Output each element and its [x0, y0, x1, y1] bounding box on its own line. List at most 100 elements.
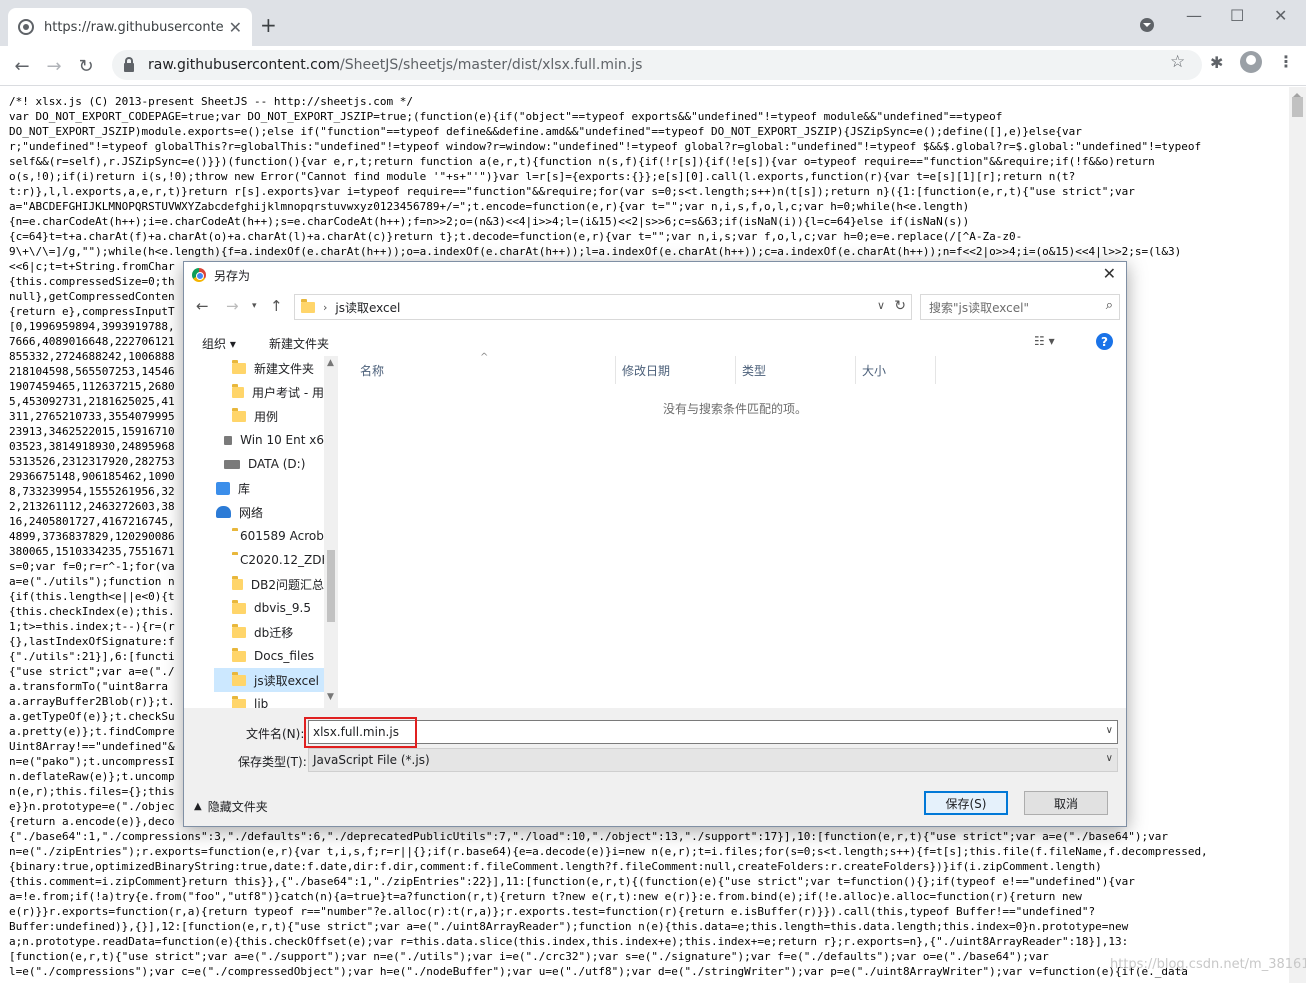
column-modified[interactable]: 修改日期 [616, 356, 736, 384]
close-window-button[interactable]: ✕ [1274, 6, 1287, 25]
navigation-pane: 新建文件夹 用户考试 - 用用例 Win 10 Ent x6 DATA (D:) 库网络… [184, 356, 338, 708]
code-line: a=!e.from;if(!a)try{e.from("foo","utf8")… [9, 890, 1082, 903]
code-line: 9\+\/\=]/g,"");while(h<e.length){f=a.ind… [9, 245, 1182, 258]
bookmark-star-icon[interactable]: ☆ [1170, 52, 1185, 72]
dialog-footer: 文件名(N): xlsx.full.min.js ∨ 保存类型(T): Java… [184, 708, 1126, 826]
nav-item[interactable]: lib [184, 692, 324, 708]
scroll-up-icon[interactable] [1293, 89, 1301, 97]
globe-icon [18, 19, 34, 35]
file-list: ^ 名称 修改日期 类型 大小 没有与搜索条件匹配的项。 [344, 352, 1126, 708]
hide-folders-toggle[interactable]: ▲ 隐藏文件夹 [194, 798, 268, 815]
chevron-down-icon[interactable]: ∨ [1106, 753, 1113, 764]
nav-item[interactable]: 601589 Acroba [184, 524, 331, 548]
recent-locations-icon[interactable]: ▾ [252, 301, 257, 311]
nav-item-label: Docs_files [254, 649, 314, 663]
nav-item[interactable]: DB2问题汇总 [184, 572, 324, 596]
nav-item[interactable]: 用例 [184, 404, 324, 428]
filetype-value: JavaScript File (*.js) [313, 753, 430, 767]
tab-close-icon[interactable]: ✕ [229, 18, 242, 37]
empty-message: 没有与搜索条件匹配的项。 [662, 402, 807, 416]
browser-menu-icon[interactable]: ⋮ [1278, 52, 1294, 71]
new-folder-button[interactable]: 新建文件夹 [269, 335, 329, 352]
reload-button[interactable]: ↻ [72, 52, 100, 80]
code-line: DO_NOT_EXPORT_JSZIP)module.exports=e();e… [9, 125, 1082, 138]
code-line: o(s,!0);if(i)return i(s,!0);throw new Er… [9, 170, 1076, 183]
search-icon: ⌕ [1105, 298, 1113, 313]
dialog-titlebar: 另存为 ✕ [184, 262, 1126, 288]
search-placeholder: 搜索"js读取excel" [929, 300, 1030, 315]
new-tab-button[interactable]: + [260, 13, 277, 37]
scroll-down-icon[interactable]: ▼ [327, 692, 334, 702]
code-line: Buffer:undefined)},{}],12:[function(e,r,… [9, 920, 1129, 933]
folder-icon [232, 383, 245, 398]
nav-item[interactable]: 新建文件夹 [184, 356, 324, 380]
code-line: var DO_NOT_EXPORT_CODEPAGE=true;var DO_N… [9, 110, 1003, 123]
column-size[interactable]: 大小 [856, 356, 936, 384]
url-text: raw.githubusercontent.com/SheetJS/sheetj… [148, 57, 642, 73]
nav-item[interactable]: C2020.12_ZDHJ [184, 548, 334, 572]
cancel-button[interactable]: 取消 [1024, 791, 1108, 815]
nav-scrollbar[interactable]: ▲ ▼ [324, 356, 338, 708]
chevron-down-icon[interactable]: ∨ [1106, 725, 1113, 736]
code-line: a="ABCDEFGHIJKLMNOPQRSTUVWXYZabcdefghijk… [9, 200, 970, 213]
url-host: raw.githubusercontent.com [148, 57, 341, 73]
drive-icon [224, 435, 233, 445]
folder-icon [232, 671, 246, 686]
back-button[interactable]: ← [8, 52, 36, 80]
nav-item[interactable]: db迁移 [184, 620, 324, 644]
dialog-close-button[interactable]: ✕ [1103, 264, 1116, 283]
breadcrumb-current[interactable]: js读取excel [335, 299, 400, 316]
dialog-forward-button[interactable]: → [226, 297, 239, 315]
extensions-icon[interactable]: ✱ [1210, 53, 1223, 72]
chevron-down-icon[interactable]: ∨ [877, 299, 885, 312]
nav-item[interactable]: 用户考试 - 用 [184, 380, 324, 404]
minimize-button[interactable]: — [1186, 6, 1202, 25]
nav-item[interactable]: Docs_files [184, 644, 324, 668]
filetype-select[interactable]: JavaScript File (*.js) ∨ [308, 748, 1118, 772]
column-name[interactable]: 名称 [344, 356, 616, 384]
hide-folders-label: 隐藏文件夹 [207, 800, 268, 814]
nav-scroll-thumb[interactable] [327, 550, 335, 622]
nav-item[interactable]: dbvis_9.5 [184, 596, 324, 620]
chevron-up-icon: ▲ [194, 801, 202, 812]
nav-item[interactable]: 库 [184, 476, 324, 500]
page-scrollbar[interactable] [1289, 87, 1306, 983]
column-type[interactable]: 类型 [736, 356, 856, 384]
nav-item[interactable]: js读取excel [214, 668, 324, 692]
dialog-breadcrumb[interactable]: › js读取excel ∨ ↻ [294, 294, 912, 320]
url-path: /SheetJS/sheetjs/master/dist/xlsx.full.m… [340, 57, 643, 73]
forward-button[interactable]: → [40, 52, 68, 80]
tab-title: https://raw.githubusercontent [44, 19, 223, 35]
nav-item[interactable]: DATA (D:) [184, 452, 324, 476]
view-options-icon[interactable]: ☷ ▾ [1034, 334, 1055, 348]
folder-icon [232, 575, 243, 590]
code-line: {binary:true,optimizedBinaryString:true,… [9, 860, 1102, 873]
up-folder-button[interactable]: ↑ [270, 297, 283, 315]
nav-item-label: dbvis_9.5 [254, 601, 312, 615]
code-line: l=e("./compressions");var c=e("./compres… [9, 965, 1188, 978]
dialog-search-input[interactable]: 搜索"js读取excel" ⌕ [920, 294, 1120, 320]
nav-item-label: DB2问题汇总 [250, 577, 324, 592]
profile-avatar[interactable] [1240, 51, 1262, 73]
filename-input[interactable]: xlsx.full.min.js ∨ [308, 720, 1118, 744]
save-button[interactable]: 保存(S) [924, 791, 1008, 815]
code-line: {this.comment=i.zipComment}return this}}… [9, 875, 1135, 888]
help-icon[interactable]: ? [1096, 333, 1113, 350]
scroll-thumb[interactable] [1292, 97, 1303, 117]
code-line: /*! xlsx.js (C) 2013-present SheetJS -- … [9, 95, 413, 108]
browser-tab[interactable]: https://raw.githubusercontent ✕ [8, 8, 252, 46]
nav-item[interactable]: Win 10 Ent x6 [184, 428, 324, 452]
maximize-button[interactable]: ☐ [1230, 6, 1244, 25]
nav-item-label: DATA (D:) [248, 457, 306, 471]
tab-search-icon[interactable] [1140, 18, 1154, 32]
code-line: e(r)}}r.exports=function(r,a){return typ… [9, 905, 1096, 918]
refresh-icon[interactable]: ↻ [894, 298, 906, 314]
folder-icon [232, 623, 246, 638]
dialog-back-button[interactable]: ← [196, 297, 209, 315]
scroll-up-icon[interactable]: ▲ [327, 358, 334, 368]
organize-menu[interactable]: 组织 ▾ [202, 335, 236, 352]
nav-item[interactable]: 网络 [184, 500, 324, 524]
nav-item-label: Win 10 Ent x6 [240, 433, 324, 447]
tab-strip: https://raw.githubusercontent ✕ + — ☐ ✕ [0, 0, 1306, 46]
address-bar[interactable]: raw.githubusercontent.com/SheetJS/sheetj… [112, 50, 1202, 80]
